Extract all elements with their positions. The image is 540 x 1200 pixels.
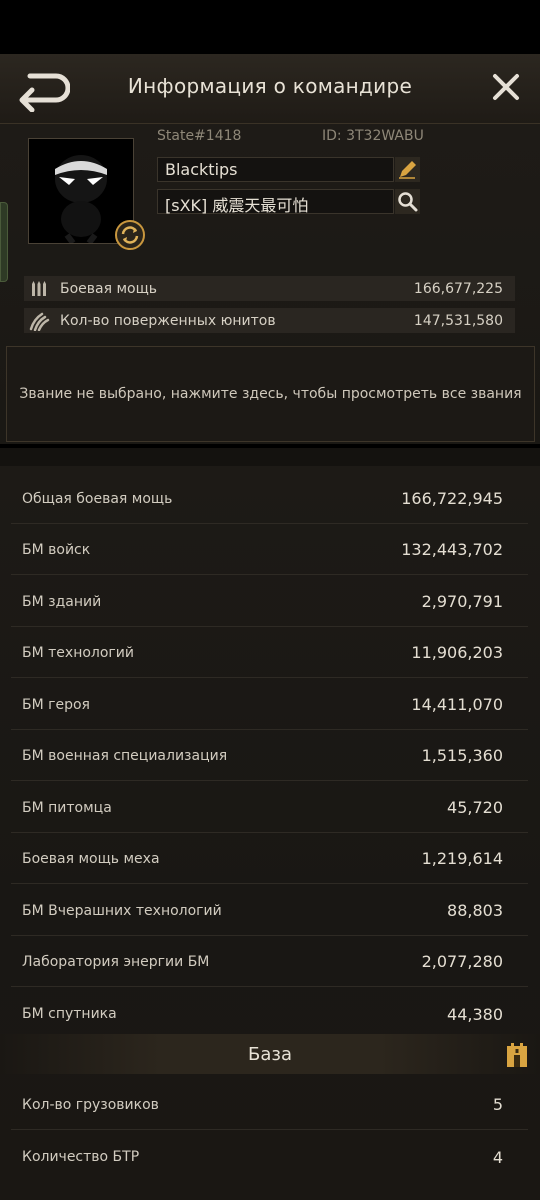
summary-value: 166,677,225 (413, 280, 503, 297)
alliance-field: [sXK] 威震天最可怕 (157, 189, 394, 215)
list-item: БМ зданий 2,970,791 (11, 577, 528, 627)
profile-panel: State#1418 ID: 3T32WABU Blacktips [sXK] … (0, 124, 540, 459)
list-item: Лаборатория энергии БМ 2,077,280 (11, 937, 528, 987)
change-avatar-button[interactable] (115, 220, 145, 250)
side-tab[interactable] (0, 202, 8, 282)
edit-name-button[interactable] (395, 157, 420, 182)
list-item: БМ питомца 45,720 (11, 783, 528, 833)
bullets-icon (24, 276, 54, 301)
summary-label: Боевая мощь (60, 280, 158, 297)
alliance-search-button[interactable] (395, 189, 420, 214)
list-item: Общая боевая мощь 166,722,945 (11, 474, 528, 524)
close-button[interactable] (490, 71, 522, 103)
status-bar (0, 0, 540, 54)
list-item: БМ военная специализация 1,515,360 (11, 731, 528, 781)
combat-power-summary: Боевая мощь 166,677,225 (24, 276, 515, 301)
power-breakdown-list[interactable]: Общая боевая мощь 166,722,945 БМ войск 1… (0, 466, 540, 1200)
list-item: Кол-во грузовиков 5 (11, 1080, 528, 1130)
list-item: Количество БТР 4 (22, 1147, 503, 1167)
title-select-box[interactable]: Звание не выбрано, нажмите здесь, чтобы … (6, 346, 535, 442)
section-title: База (248, 1043, 292, 1065)
list-item: БМ войск 132,443,702 (11, 525, 528, 575)
list-item: БМ героя 14,411,070 (11, 680, 528, 730)
player-id[interactable]: ID: 3T32WABU (322, 128, 424, 144)
search-icon (398, 192, 418, 212)
list-item: БМ спутника 44,380 (22, 1004, 503, 1024)
state-label: State#1418 (157, 128, 242, 144)
units-defeated-summary: Кол-во поверженных юнитов 147,531,580 (24, 308, 515, 333)
list-item: БМ технологий 11,906,203 (11, 628, 528, 678)
close-icon (493, 74, 519, 100)
header: Информация о командире (0, 54, 540, 124)
fortress-icon[interactable] (504, 1040, 530, 1068)
pencil-icon (399, 161, 416, 179)
refresh-icon (115, 220, 145, 250)
page-title: Информация о командире (127, 74, 413, 98)
base-section-header: База (0, 1034, 540, 1074)
title-prompt: Звание не выбрано, нажмите здесь, чтобы … (19, 386, 522, 402)
summary-label: Кол-во поверженных юнитов (60, 312, 276, 329)
commander-name-field: Blacktips (157, 157, 394, 182)
list-item: БМ Вчерашних технологий 88,803 (11, 886, 528, 936)
claw-icon (24, 308, 54, 333)
divider (0, 448, 540, 466)
summary-value: 147,531,580 (413, 312, 503, 329)
list-item: Боевая мощь меха 1,219,614 (11, 834, 528, 884)
